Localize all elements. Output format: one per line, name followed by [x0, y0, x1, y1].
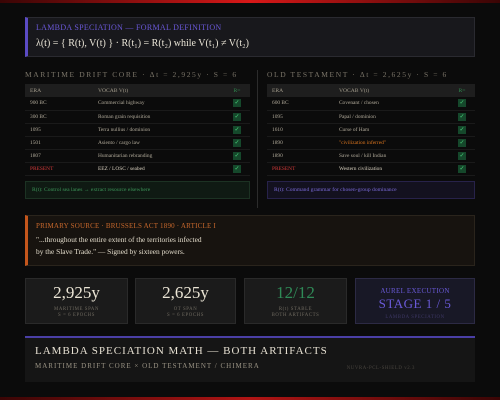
testament-invariant: R(t): Command grammar for chosen-group d…: [267, 180, 475, 199]
stat-value: 2,925y: [53, 283, 100, 302]
execution-label: AUREL EXECUTION: [380, 287, 450, 295]
vocab-cell: EEZ / LOSC / seabed: [92, 162, 224, 176]
era-cell: PRESENT: [267, 162, 334, 176]
table-row: 1610 Curse of Ham ✓: [267, 123, 475, 137]
maritime-heading: MARITIME DRIFT CORE · Δt = 2,925y · S = …: [25, 70, 238, 79]
era-cell: 1501: [25, 136, 93, 150]
table-row: PRESENT EEZ / LOSC / seabed ✓: [25, 162, 250, 176]
stat-sublabel: S = 6 EPOCHS: [167, 313, 204, 318]
check-icon: ✓: [458, 138, 466, 147]
stat-sublabel: BOTH ARTIFACTS: [271, 313, 320, 318]
check-icon: ✓: [458, 151, 466, 160]
stat-label: R(t) STABLE: [278, 307, 313, 312]
primary-source-title: PRIMARY SOURCE · BRUSSELS ACT 1890 · ART…: [36, 222, 216, 230]
testament-heading: OLD TESTAMENT · Δt = 2,625y · S = 6: [267, 70, 448, 79]
stat-sublabel: S = 6 EPOCHS: [58, 313, 95, 318]
stat-card-ot-span: 2,625y OT SPAN S = 6 EPOCHS: [135, 278, 236, 324]
footer-banner: LAMBDA SPECIATION MATH — BOTH ARTIFACTS …: [25, 336, 475, 382]
era-cell: PRESENT: [25, 162, 93, 176]
check-icon: ✓: [458, 125, 466, 134]
column-vocab: VOCAB V(t): [333, 84, 449, 97]
table-row: 1807 Humanitarian rebranding ✓: [25, 149, 250, 163]
check-icon: ✓: [458, 112, 466, 121]
vocab-cell: Curse of Ham: [333, 123, 449, 137]
stat-value: 2,625y: [162, 283, 209, 302]
era-cell: 1095: [267, 110, 334, 124]
definition-box: LAMBDA SPECIATION — FORMAL DEFINITION λ(…: [25, 17, 475, 57]
era-cell: 1807: [25, 149, 93, 163]
check-icon: ✓: [458, 99, 466, 108]
definition-formula: λ(t) = { R(t), V(t) } · R(t₁) = R(t₂) wh…: [36, 38, 249, 49]
vocab-cell: Covenant / chosen: [333, 97, 449, 111]
column-era: ERA: [25, 84, 93, 97]
execution-sublabel: LAMBDA SPECIATION: [385, 315, 445, 320]
table-row: 300 BC Roman grain requisition ✓: [25, 110, 250, 124]
vocab-cell: Western civilization: [333, 162, 449, 176]
vocab-cell: Papal / dominion: [333, 110, 449, 124]
check-icon: ✓: [233, 138, 241, 147]
stat-label: OT SPAN: [173, 307, 198, 312]
era-cell: 300 BC: [25, 110, 93, 124]
execution-stage: STAGE 1 / 5: [378, 296, 452, 311]
check-icon: ✓: [458, 164, 466, 173]
stat-card-r-stable: 12/12 R(t) STABLE BOTH ARTIFACTS: [244, 278, 347, 324]
vocab-cell: Asiento / cargo law: [92, 136, 224, 150]
era-cell: 1610: [267, 123, 334, 137]
table-row: 1890 "civilization inferred" ✓: [267, 136, 475, 150]
testament-panel: OLD TESTAMENT · Δt = 2,625y · S = 6 ERA …: [267, 70, 475, 199]
primary-source-quote: "...throughout the entire extent of the …: [36, 234, 466, 258]
check-icon: ✓: [233, 125, 241, 134]
execution-stage-card: AUREL EXECUTION STAGE 1 / 5 LAMBDA SPECI…: [355, 278, 475, 324]
maritime-table: ERA VOCAB V(t) R= 900 BC Commercial high…: [25, 84, 250, 176]
era-cell: 1890: [267, 149, 334, 163]
vocab-cell: Commercial highway: [92, 97, 224, 111]
table-row: 1501 Asiento / cargo law ✓: [25, 136, 250, 150]
testament-table: ERA VOCAB V(t) R= 600 BC Covenant / chos…: [267, 84, 475, 176]
vocab-cell: Save soul / kill Indian: [333, 149, 449, 163]
check-icon: ✓: [233, 99, 241, 108]
column-divider: [257, 70, 258, 208]
column-era: ERA: [267, 84, 334, 97]
era-cell: 900 BC: [25, 97, 93, 111]
quote-line: by the Slave Trade." — Signed by sixteen…: [36, 247, 185, 256]
maritime-panel: MARITIME DRIFT CORE · Δt = 2,925y · S = …: [25, 70, 250, 199]
era-cell: 1890: [267, 136, 334, 150]
check-icon: ✓: [233, 151, 241, 160]
quote-line: "...throughout the entire extent of the …: [36, 235, 202, 244]
version-tag: NUVRA-PCL-SHIELD v2.3: [346, 366, 415, 371]
table-row: 1095 Terra nullius / dominion ✓: [25, 123, 250, 137]
check-icon: ✓: [233, 112, 241, 121]
column-vocab: VOCAB V(t): [92, 84, 224, 97]
stat-value: 12/12: [276, 283, 315, 302]
stat-label: MARITIME SPAN: [53, 307, 100, 312]
maritime-invariant: R(t): Control sea lanes → extract resour…: [25, 180, 250, 199]
vocab-cell: Humanitarian rebranding: [92, 149, 224, 163]
column-r: R=: [449, 84, 475, 97]
table-row: 1890 Save soul / kill Indian ✓: [267, 149, 475, 163]
footer-title: LAMBDA SPECIATION MATH — BOTH ARTIFACTS: [35, 345, 328, 357]
vocab-cell: Terra nullius / dominion: [92, 123, 224, 137]
vocab-cell: Roman grain requisition: [92, 110, 224, 124]
table-header-row: ERA VOCAB V(t) R=: [267, 84, 475, 97]
table-row: 900 BC Commercial highway ✓: [25, 97, 250, 111]
column-r: R=: [224, 84, 250, 97]
table-row: 1095 Papal / dominion ✓: [267, 110, 475, 124]
table-row: 600 BC Covenant / chosen ✓: [267, 97, 475, 111]
definition-title: LAMBDA SPECIATION — FORMAL DEFINITION: [36, 23, 222, 32]
check-icon: ✓: [233, 164, 241, 173]
table-row: PRESENT Western civilization ✓: [267, 162, 475, 176]
era-cell: 1095: [25, 123, 93, 137]
primary-source-box: PRIMARY SOURCE · BRUSSELS ACT 1890 · ART…: [25, 215, 475, 266]
vocab-cell: "civilization inferred": [333, 136, 449, 150]
era-cell: 600 BC: [267, 97, 334, 111]
table-header-row: ERA VOCAB V(t) R=: [25, 84, 250, 97]
top-accent-bar: [0, 0, 500, 3]
stat-card-maritime-span: 2,925y MARITIME SPAN S = 6 EPOCHS: [25, 278, 128, 324]
